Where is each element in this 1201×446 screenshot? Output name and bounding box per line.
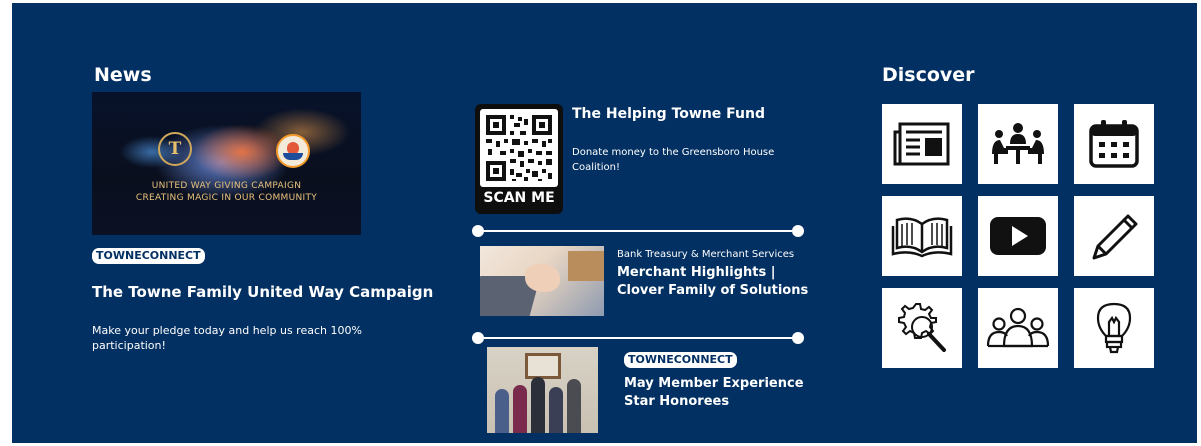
member-badge: TOWNECONNECT — [624, 352, 737, 368]
news-title[interactable]: The Towne Family United Way Campaign — [92, 283, 433, 301]
news-body-line1: Make your pledge today and help us reach… — [92, 324, 362, 337]
news-image[interactable]: T UNITED WAY GIVING CAMPAIGN CREATING MA… — [92, 92, 361, 235]
discover-tile-calendar[interactable] — [1074, 104, 1154, 184]
fund-title[interactable]: The Helping Towne Fund — [572, 106, 765, 122]
member-title-line1[interactable]: May Member Experience — [624, 375, 804, 393]
laurel-logo-icon: T — [158, 132, 192, 166]
divider-dot-right — [792, 225, 804, 237]
discover-tile-ideas[interactable] — [1074, 288, 1154, 368]
discover-tile-reading[interactable] — [882, 196, 962, 276]
member-photo[interactable] — [487, 347, 598, 433]
newspaper-icon — [893, 122, 950, 166]
group-icon — [986, 307, 1050, 348]
united-way-logo-icon — [276, 134, 310, 168]
divider-line — [482, 337, 792, 339]
lightbulb-icon — [1096, 302, 1132, 354]
discover-tile-write[interactable] — [1074, 196, 1154, 276]
meeting-icon — [992, 123, 1044, 164]
merchant-category: Bank Treasury & Merchant Services — [617, 249, 795, 260]
fund-body-line2: Coalition! — [572, 162, 620, 173]
news-badge: TOWNECONNECT — [92, 248, 205, 264]
video-play-icon — [990, 217, 1046, 255]
fund-body-line1: Donate money to the Greensboro House — [572, 147, 775, 158]
open-book-icon — [891, 217, 953, 258]
main-panel: News T UNITED WAY GIVING CAMPAIGN CREATI… — [12, 3, 1197, 443]
scan-me-label: SCAN ME — [483, 190, 555, 206]
merchant-title-line1[interactable]: Merchant Highlights | — [617, 264, 776, 282]
divider-dot-right — [792, 332, 804, 344]
discover-tile-community[interactable] — [978, 288, 1058, 368]
news-heading: News — [94, 64, 152, 86]
calendar-icon — [1089, 120, 1139, 168]
gear-search-icon — [898, 303, 946, 352]
divider-line — [482, 230, 792, 232]
merchant-thumbnail[interactable] — [480, 246, 604, 316]
news-image-caption-1: UNITED WAY GIVING CAMPAIGN — [151, 181, 302, 191]
news-body-line2: participation! — [92, 339, 166, 352]
discover-tile-meetings[interactable] — [978, 104, 1058, 184]
qr-code-icon — [486, 115, 552, 181]
discover-tile-news[interactable] — [882, 104, 962, 184]
qr-code[interactable]: SCAN ME — [475, 104, 563, 214]
discover-tile-search[interactable] — [882, 288, 962, 368]
merchant-title-line2[interactable]: Clover Family of Solutions — [617, 282, 808, 300]
discover-heading: Discover — [882, 64, 975, 86]
member-title-line2[interactable]: Star Honorees — [624, 393, 729, 411]
discover-tile-videos[interactable] — [978, 196, 1058, 276]
pencil-icon — [1092, 214, 1138, 260]
news-image-caption-2: CREATING MAGIC IN OUR COMMUNITY — [135, 193, 318, 203]
